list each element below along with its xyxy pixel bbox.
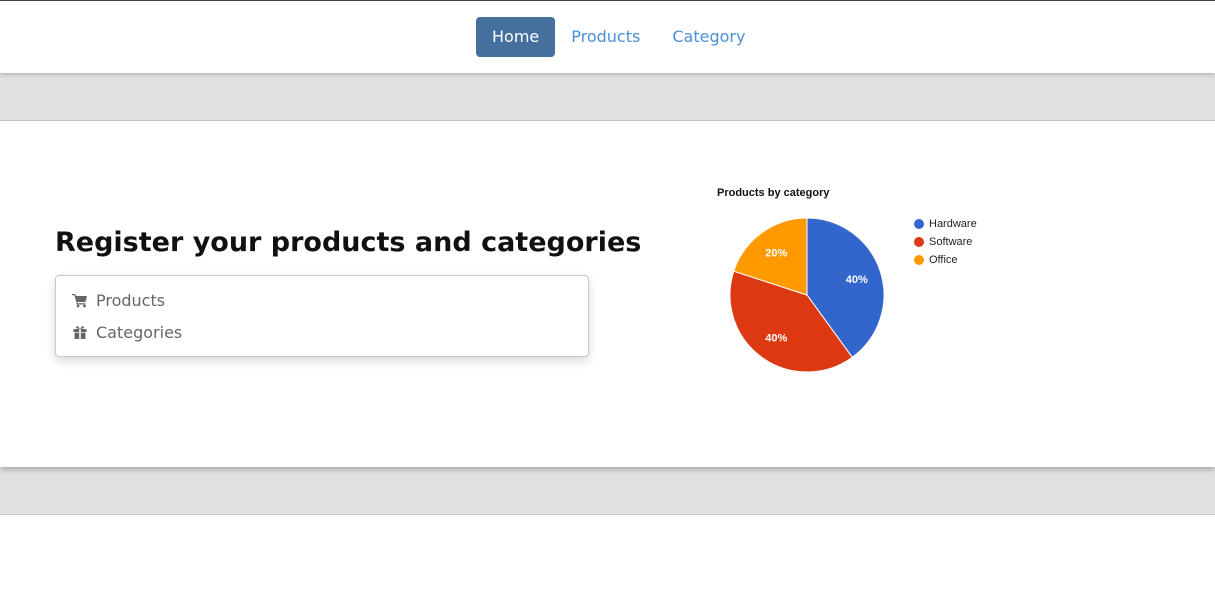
- legend-swatch-office: [914, 255, 924, 265]
- categories-link[interactable]: Categories: [72, 321, 182, 343]
- legend-swatch-software: [914, 237, 924, 247]
- shopping-cart-icon: [72, 294, 87, 308]
- categories-link-label: Categories: [96, 322, 183, 342]
- links-card: Products Categories: [55, 275, 589, 357]
- pie-label-hardware: 40%: [846, 274, 868, 286]
- nav-products-link[interactable]: Products: [555, 17, 656, 57]
- legend-label-hardware: Hardware: [929, 218, 977, 230]
- legend-label-software: Software: [929, 236, 973, 248]
- gray-band-top: [0, 73, 1215, 121]
- pie-label-software: 40%: [765, 332, 787, 344]
- page-heading: Register your products and categories: [55, 227, 642, 258]
- legend-item-office: Office: [914, 251, 977, 269]
- legend-label-office: Office: [929, 254, 958, 266]
- legend-swatch-hardware: [914, 219, 924, 229]
- legend-item-software: Software: [914, 233, 977, 251]
- chart-legend: Hardware Software Office: [914, 215, 977, 269]
- nav-menu: Home Products Category: [476, 17, 761, 57]
- nav-home-link[interactable]: Home: [476, 17, 556, 57]
- gray-band-bottom: [0, 467, 1215, 515]
- products-link-label: Products: [96, 290, 166, 310]
- navbar: Home Products Category: [0, 1, 1215, 73]
- products-link[interactable]: Products: [72, 289, 165, 311]
- pie-label-office: 20%: [765, 248, 787, 260]
- pie-chart: 40% 40% 20%: [729, 217, 885, 373]
- legend-item-hardware: Hardware: [914, 215, 977, 233]
- nav-category-link[interactable]: Category: [656, 17, 761, 57]
- gift-icon: [73, 326, 87, 339]
- products-by-category-chart: Products by category 40% 40% 20% Hardware …: [700, 177, 1020, 387]
- main-panel: Register your products and categories Pr…: [0, 121, 1215, 467]
